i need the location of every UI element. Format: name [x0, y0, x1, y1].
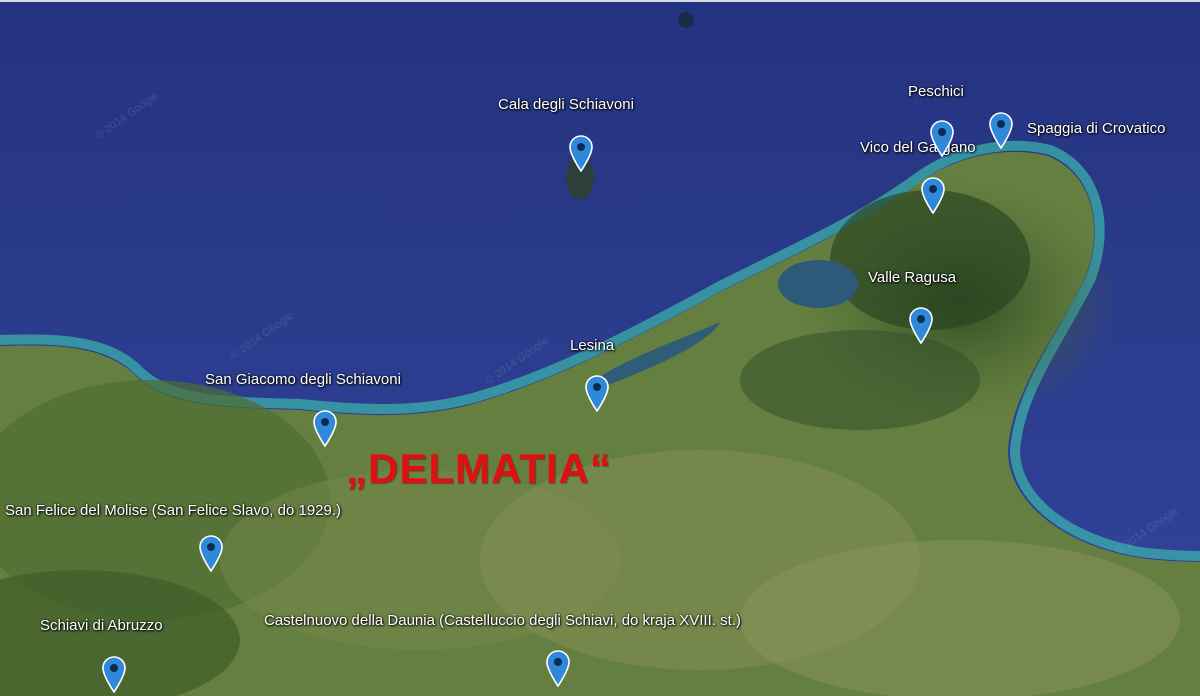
lake-varano — [778, 260, 858, 308]
map-pin-cala-degli-schiavoni[interactable] — [568, 134, 594, 173]
map-pin-lesina[interactable] — [584, 374, 610, 413]
map-pin-peschici[interactable] — [929, 119, 955, 158]
small-island — [678, 12, 694, 28]
satellite-map[interactable]: © 2014 Google © 2014 Google © 2014 Googl… — [0, 0, 1200, 696]
place-label-castelnuovo-della-daunia: Castelnuovo della Daunia (Castelluccio d… — [264, 612, 741, 629]
map-pin-castelnuovo-della-daunia[interactable] — [545, 649, 571, 688]
map-pin-valle-ragusa[interactable] — [908, 306, 934, 345]
place-label-spaggia-di-crovatico: Spaggia di Crovatico — [1027, 120, 1166, 137]
delmatia-overlay-title: „DELMATIA“ — [346, 445, 612, 492]
place-label-san-felice-del-molise: San Felice del Molise (San Felice Slavo,… — [5, 502, 342, 519]
place-label-san-giacomo-degli-schiavoni: San Giacomo degli Schiavoni — [205, 371, 401, 388]
place-label-schiavi-di-abruzzo: Schiavi di Abruzzo — [40, 617, 163, 634]
map-pin-schiavi-di-abruzzo[interactable] — [101, 655, 127, 694]
place-label-valle-ragusa: Valle Ragusa — [868, 269, 957, 286]
place-label-peschici: Peschici — [908, 83, 964, 100]
map-pin-vico-del-gargano[interactable] — [920, 176, 946, 215]
map-pin-san-giacomo-degli-schiavoni[interactable] — [312, 409, 338, 448]
place-label-vico-del-gargano: Vico del Gargano — [860, 139, 976, 156]
place-label-lesina: Lesina — [570, 337, 615, 354]
place-label-cala-degli-schiavoni: Cala degli Schiavoni — [498, 96, 634, 113]
map-pin-spaggia-di-crovatico[interactable] — [988, 111, 1014, 150]
map-pin-san-felice-del-molise[interactable] — [198, 534, 224, 573]
